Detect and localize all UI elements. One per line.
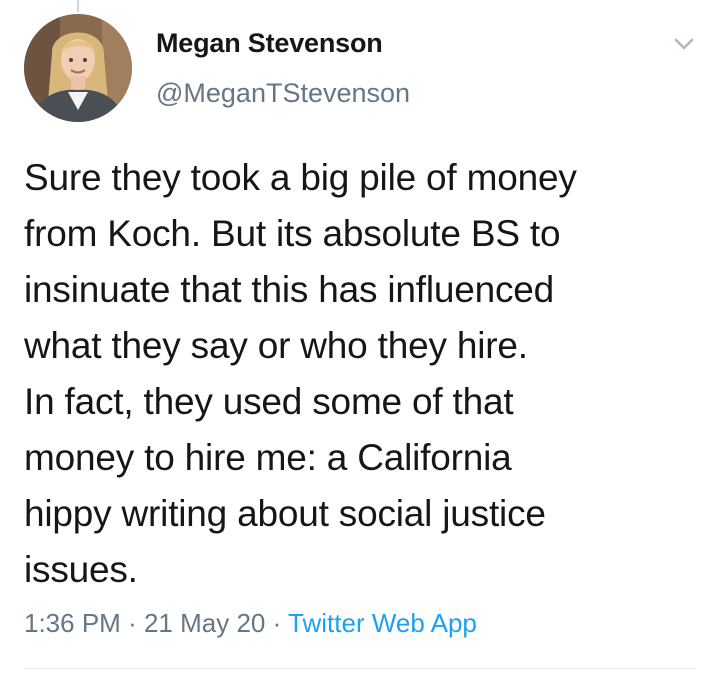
author-display-name[interactable]: Megan Stevenson [156,28,383,59]
tweet-source-link[interactable]: Twitter Web App [288,608,477,638]
author-handle[interactable]: @MeganTStevenson [156,78,410,109]
divider [24,668,696,669]
avatar-image [24,14,132,122]
avatar[interactable] [24,14,132,122]
thread-connector-line [77,0,79,12]
tweet: Megan Stevenson @MeganTStevenson Sure th… [0,0,717,673]
tweet-date[interactable]: 21 May 20 [144,608,265,638]
chevron-down-icon[interactable] [670,30,698,58]
tweet-metadata: 1:36 PM · 21 May 20 · Twitter Web App [24,608,477,639]
meta-separator: · [128,608,137,638]
meta-separator: · [272,608,282,638]
tweet-text: Sure they took a big pile of money from … [24,157,577,590]
tweet-time[interactable]: 1:36 PM [24,608,121,638]
